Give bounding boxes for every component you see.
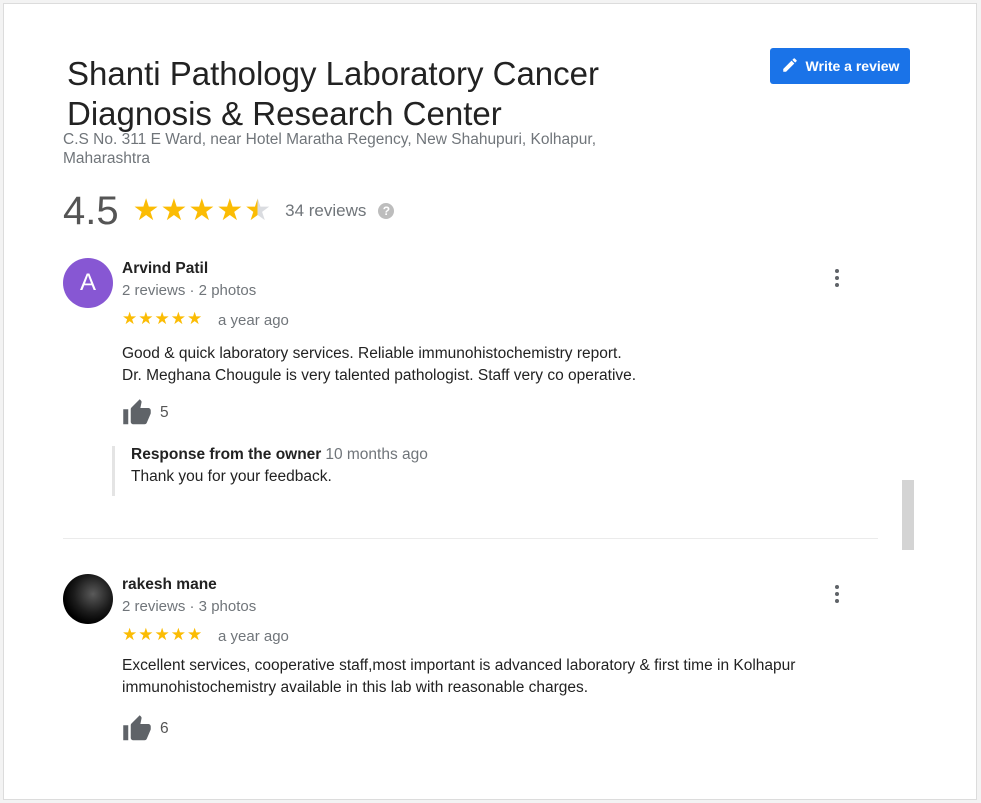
- review-text-line: Excellent services, cooperative staff,mo…: [122, 657, 796, 674]
- business-title: Shanti Pathology Laboratory Cancer Diagn…: [67, 54, 707, 134]
- like-count: 5: [160, 404, 169, 421]
- reviewer-meta: 2 reviews · 2 photos: [122, 282, 257, 299]
- pencil-icon: [781, 56, 799, 77]
- review-stars: ★ ★ ★ ★ ★: [122, 309, 202, 329]
- like-row: 5: [122, 398, 169, 428]
- review-text-line: immunohistochemistry available in this l…: [122, 679, 589, 696]
- review-text: Excellent services, cooperative staff,mo…: [122, 655, 882, 699]
- review-text-line: Dr. Meghana Chougule is very talented pa…: [122, 367, 637, 384]
- more-options-icon[interactable]: [825, 582, 849, 606]
- avatar[interactable]: A: [63, 258, 113, 308]
- star-icon: ★: [160, 194, 188, 227]
- thumbs-up-icon[interactable]: [122, 398, 152, 428]
- business-address: C.S No. 311 E Ward, near Hotel Maratha R…: [63, 130, 663, 168]
- reviewer-name[interactable]: rakesh mane: [122, 576, 217, 594]
- avatar[interactable]: [63, 574, 113, 624]
- star-icon: ★: [170, 309, 186, 328]
- rating-value: 4.5: [63, 189, 119, 233]
- like-count: 6: [160, 720, 169, 737]
- owner-response-title: Response from the owner: [131, 446, 322, 463]
- star-icon: ★: [154, 625, 170, 644]
- owner-response-text: Thank you for your feedback.: [131, 468, 332, 485]
- star-icon: ★: [122, 625, 138, 644]
- thumbs-up-icon[interactable]: [122, 714, 152, 744]
- owner-response-time: 10 months ago: [325, 446, 428, 463]
- business-title-line-1: Shanti Pathology Laboratory Cancer: [67, 55, 599, 92]
- review-date: a year ago: [218, 628, 289, 645]
- write-review-label: Write a review: [805, 58, 900, 74]
- star-icon: ★: [187, 625, 203, 644]
- help-circle-icon[interactable]: ?: [378, 203, 395, 219]
- address-line-2: Maharashtra: [63, 150, 151, 167]
- like-row: 6: [122, 714, 169, 744]
- address-line-1: C.S No. 311 E Ward, near Hotel Maratha R…: [63, 131, 597, 148]
- owner-response: Response from the owner 10 months ago Tha…: [112, 446, 831, 496]
- review-stars: ★ ★ ★ ★ ★: [122, 625, 202, 645]
- review-text-line: Good & quick laboratory services. Reliab…: [122, 345, 622, 362]
- star-icon: ★: [187, 309, 203, 328]
- reviews-count[interactable]: 34 reviews: [285, 201, 366, 221]
- business-title-line-2: Diagnosis & Research Center: [67, 95, 502, 132]
- star-icon: ★: [138, 309, 154, 328]
- more-options-icon[interactable]: [825, 266, 849, 290]
- scrollbar-thumb[interactable]: [902, 480, 914, 550]
- star-icon: ★: [170, 625, 186, 644]
- star-icon: ★: [188, 194, 216, 227]
- star-icon: ★: [216, 194, 244, 227]
- review-date: a year ago: [218, 312, 289, 329]
- star-icon: ★: [138, 625, 154, 644]
- review-text: Good & quick laboratory services. Reliab…: [122, 343, 882, 387]
- rating-stars: ★ ★ ★ ★ ★: [133, 196, 272, 226]
- reviewer-meta: 2 reviews · 3 photos: [122, 598, 257, 615]
- half-star-icon: ★: [244, 194, 272, 227]
- overall-rating: 4.5 ★ ★ ★ ★ ★ 34 reviews ?: [63, 188, 395, 234]
- star-icon: ★: [122, 309, 138, 328]
- reviewer-name[interactable]: Arvind Patil: [122, 260, 208, 278]
- star-icon: ★: [154, 309, 170, 328]
- review-divider: [63, 538, 878, 539]
- star-icon: ★: [132, 194, 160, 227]
- write-review-button[interactable]: Write a review: [770, 48, 910, 84]
- owner-response-header: Response from the owner 10 months ago: [131, 446, 831, 464]
